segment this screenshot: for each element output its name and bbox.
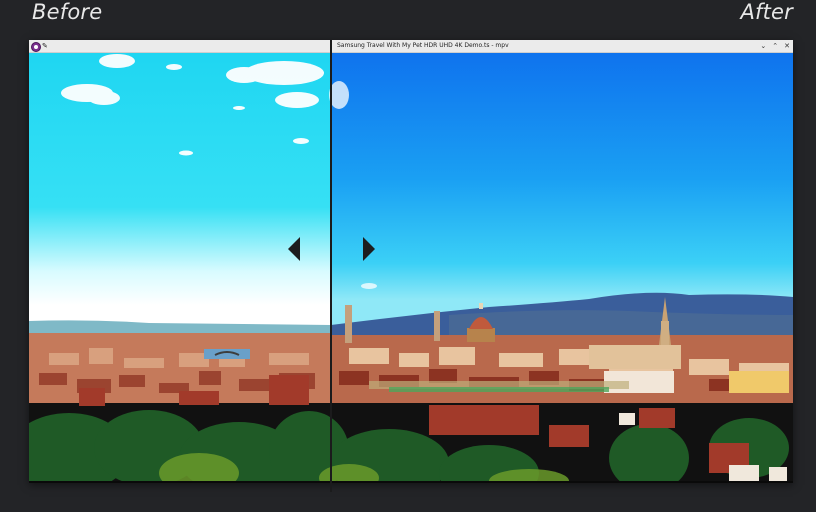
before-label: Before bbox=[32, 0, 103, 24]
slider-left-arrow-icon[interactable] bbox=[288, 237, 300, 261]
pin-icon[interactable]: ✎ bbox=[42, 41, 48, 51]
bell-tower bbox=[345, 305, 352, 343]
window-titlebar[interactable]: ✎ Samsung Travel With My Pet HDR UHD 4K … bbox=[29, 40, 793, 53]
close-button[interactable]: ✕ bbox=[784, 40, 790, 52]
sky-after bbox=[331, 53, 793, 333]
slider-right-arrow-icon[interactable] bbox=[363, 237, 375, 261]
window-title: Samsung Travel With My Pet HDR UHD 4K De… bbox=[337, 42, 509, 49]
minimize-button[interactable]: ⌄ bbox=[760, 40, 766, 52]
maximize-button[interactable]: ⌃ bbox=[772, 40, 778, 52]
mpv-app-icon bbox=[31, 42, 41, 52]
player-window[interactable]: ✎ Samsung Travel With My Pet HDR UHD 4K … bbox=[29, 40, 793, 483]
compare-divider[interactable] bbox=[330, 40, 332, 492]
window-controls: ⌄ ⌃ ✕ bbox=[760, 40, 790, 52]
video-frame bbox=[29, 53, 793, 483]
after-label: After bbox=[740, 0, 793, 24]
